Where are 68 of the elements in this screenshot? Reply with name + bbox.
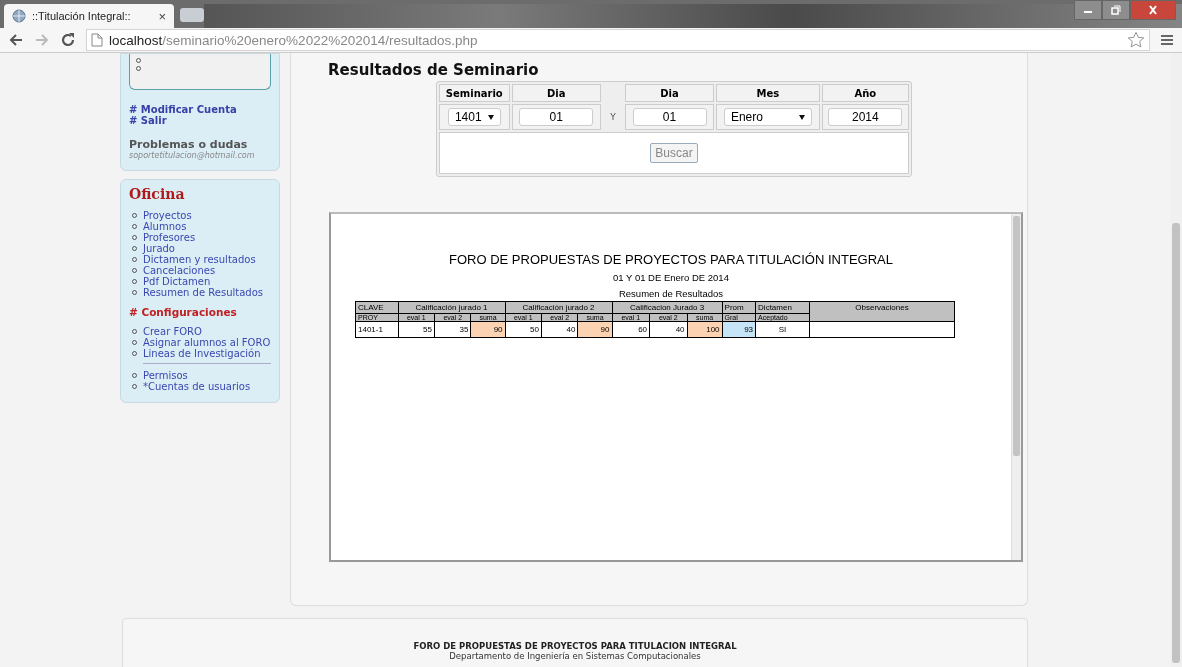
configuration-heading: # Configuraciones — [129, 306, 238, 318]
table-cell: 40 — [649, 321, 688, 338]
table-cell: SI — [755, 321, 810, 338]
star-icon[interactable] — [1127, 31, 1145, 49]
report-caption: Resumen de Resultados — [618, 288, 723, 299]
page-title: Resultados de Seminario — [328, 61, 540, 79]
table-cell: 60 — [612, 321, 650, 338]
tab-close-button[interactable]: × — [158, 8, 166, 24]
column-header: Prom — [722, 301, 756, 314]
tab-title: ::Titulación Integral:: — [32, 10, 132, 22]
input-field[interactable]: 2014 — [828, 108, 903, 126]
form-header-cell: Mes — [716, 84, 820, 102]
page-icon — [91, 33, 103, 47]
configuration-menu-link[interactable]: *Cuentas de usuarios — [143, 381, 251, 392]
table-cell: 1401-1 — [355, 321, 399, 338]
reload-icon[interactable] — [60, 32, 76, 48]
browser-tab[interactable]: ::Titulación Integral:: × — [4, 4, 174, 28]
restore-button[interactable] — [1102, 0, 1130, 20]
column-header: Observaciones — [809, 301, 955, 322]
address-bar[interactable]: localhost/seminario%20enero%2022%202014/resultados.php — [86, 29, 1150, 51]
footer-department: Departamento de Ingeniería en Sistemas Computacionales — [449, 651, 701, 661]
office-menu-link[interactable]: Resumen de Resultados — [143, 287, 263, 298]
input-field[interactable]: 01 — [632, 108, 707, 126]
column-header: Dictamen — [755, 301, 810, 314]
table-cell: 40 — [541, 321, 578, 338]
footer-title: FORO DE PROPUESTAS DE PROYECTOS PARA TITULACION INTEGRAL — [413, 641, 737, 651]
column-header: Calificación jurado 1 — [398, 301, 506, 314]
globe-icon — [12, 9, 26, 23]
support-email: soportetitulacion@hotmail.com — [129, 151, 256, 160]
close-icon — [1147, 5, 1159, 15]
office-menu-link[interactable]: Alumnos — [143, 221, 187, 232]
table-cell: 50 — [505, 321, 542, 338]
account-link[interactable]: # Salir — [129, 115, 271, 126]
office-menu-link[interactable]: Profesores — [143, 232, 196, 243]
input-field[interactable]: 01 — [519, 108, 594, 126]
configuration-menu-link[interactable]: Lineas de Investigación — [143, 348, 261, 359]
url-text: localhost/seminario%20enero%2022%202014/resultados.php — [109, 32, 479, 48]
dropdown[interactable]: 1401 — [447, 108, 501, 126]
form-header-cell: Seminario — [439, 84, 510, 102]
separator-text: Y — [610, 112, 616, 122]
scrollbar[interactable] — [1011, 214, 1021, 560]
table-cell: 35 — [434, 321, 471, 338]
menu-icon[interactable] — [1160, 33, 1174, 47]
configuration-menu-link[interactable]: Crear FORO — [143, 326, 202, 337]
dropdown[interactable]: Enero — [723, 108, 812, 126]
configuration-menu-link[interactable]: Permisos — [143, 370, 188, 381]
office-menu-link[interactable]: Dictamen y resultados — [143, 254, 256, 265]
restore-icon — [1110, 5, 1122, 15]
minimize-button[interactable] — [1074, 0, 1102, 20]
table-cell: 55 — [398, 321, 435, 338]
report-date: 01 Y 01 DE Enero DE 2014 — [613, 272, 729, 283]
column-header: CLAVE — [355, 301, 399, 314]
form-header-cell: Dia — [511, 84, 601, 102]
office-menu-link[interactable]: Jurado — [143, 243, 175, 254]
form-header-cell: Año — [821, 84, 910, 102]
office-menu-link[interactable]: Cancelaciones — [143, 265, 216, 276]
back-icon[interactable] — [8, 32, 24, 48]
help-heading: Problemas o dudas — [129, 138, 249, 151]
office-heading: Oficina — [129, 186, 186, 202]
column-header: Calificacion Jurado 3 — [612, 301, 723, 314]
configuration-menu-link[interactable]: Asignar alumnos al FORO — [143, 337, 271, 348]
form-header-cell: Dia — [624, 84, 715, 102]
office-menu-link[interactable]: Pdf Dictamen — [143, 276, 211, 287]
report-title: FORO DE PROPUESTAS DE PROYECTOS PARA TITULACIÓN INTEGRAL — [449, 252, 893, 267]
column-header: Calificación jurado 2 — [505, 301, 612, 314]
account-link[interactable]: # Modificar Cuenta — [129, 104, 271, 115]
office-menu-link[interactable]: Proyectos — [143, 210, 192, 221]
close-button[interactable] — [1130, 0, 1176, 20]
